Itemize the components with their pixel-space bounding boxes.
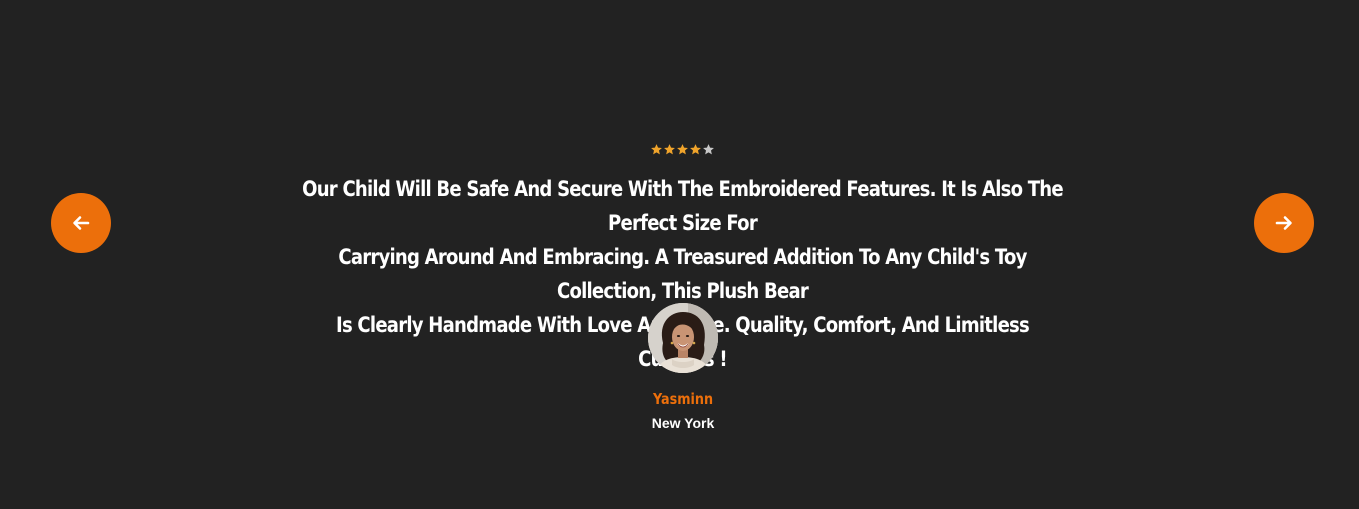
arrow-right-icon: [1275, 216, 1292, 230]
star-filled-icon: [690, 144, 701, 155]
quote-line: Carrying Around And Embracing. A Treasur…: [338, 245, 1027, 303]
testimonial-section: Our Child Will Be Safe And Secure With T…: [0, 0, 1359, 509]
prev-testimonial-button[interactable]: [51, 193, 111, 253]
author-name: Yasminn: [652, 390, 714, 408]
star-filled-icon: [651, 144, 662, 155]
author-photo: [648, 303, 718, 373]
star-filled-icon: [664, 144, 675, 155]
author-location: New York: [651, 415, 715, 431]
arrow-left-icon: [73, 216, 90, 230]
star-filled-icon: [677, 144, 688, 155]
star-empty-icon: [703, 144, 714, 155]
author-avatar: [648, 303, 718, 373]
next-testimonial-button[interactable]: [1254, 193, 1314, 253]
quote-line: Our Child Will Be Safe And Secure With T…: [302, 177, 1063, 235]
star-rating: [650, 143, 715, 157]
